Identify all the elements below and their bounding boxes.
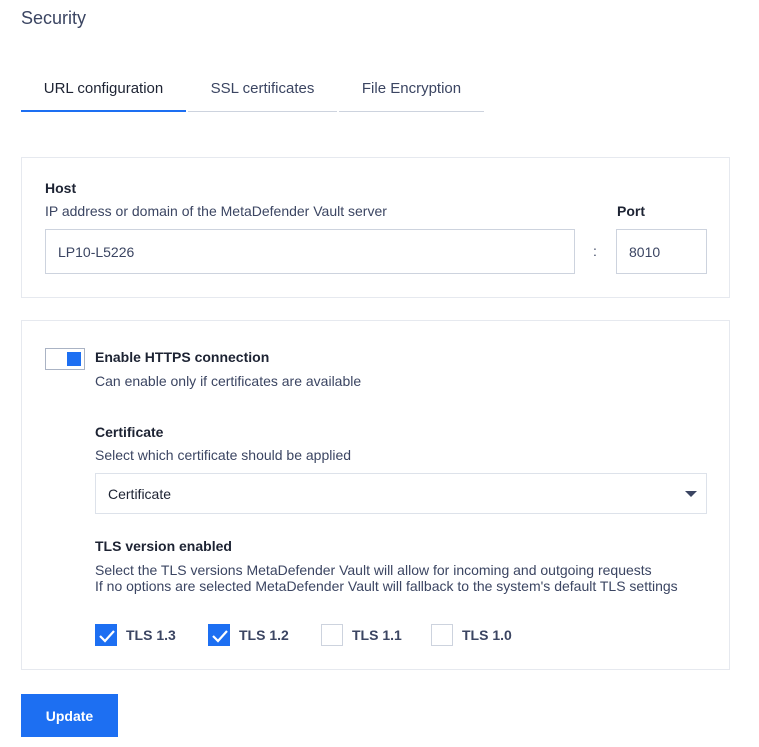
page-title: Security bbox=[21, 8, 87, 28]
host-label: Host bbox=[45, 180, 77, 196]
host-description: IP address or domain of the MetaDefender… bbox=[45, 203, 387, 219]
checkbox bbox=[208, 624, 230, 646]
checkbox bbox=[95, 624, 117, 646]
host-port-separator: : bbox=[593, 243, 597, 259]
certificate-description: Select which certificate should be appli… bbox=[95, 447, 352, 463]
port-label: Port bbox=[617, 203, 645, 219]
tab-label: URL configuration bbox=[43, 79, 164, 97]
tls-1-2-checkbox[interactable]: TLS 1.2 bbox=[208, 624, 289, 646]
certificate-select[interactable]: Certificate bbox=[95, 473, 707, 514]
check-icon bbox=[99, 630, 115, 643]
update-button[interactable]: Update bbox=[21, 694, 118, 737]
tls-1-1-checkbox[interactable]: TLS 1.1 bbox=[321, 624, 402, 646]
tls-option-label: TLS 1.2 bbox=[239, 627, 289, 643]
https-label: Enable HTTPS connection bbox=[95, 349, 270, 365]
checkbox bbox=[321, 624, 343, 646]
tab-file-encryption[interactable]: File Encryption bbox=[339, 66, 484, 112]
tls-description-line1: Select the TLS versions MetaDefender Vau… bbox=[95, 562, 652, 578]
https-description: Can enable only if certificates are avai… bbox=[95, 373, 362, 389]
tls-1-3-checkbox[interactable]: TLS 1.3 bbox=[95, 624, 176, 646]
check-icon bbox=[212, 630, 228, 643]
host-input[interactable] bbox=[45, 229, 575, 274]
tab-label: SSL certificates bbox=[210, 80, 315, 97]
tls-description-line2: If no options are selected MetaDefender … bbox=[95, 578, 678, 594]
port-input[interactable] bbox=[616, 229, 707, 274]
tls-1-0-checkbox[interactable]: TLS 1.0 bbox=[431, 624, 512, 646]
certificate-select-value: Certificate bbox=[108, 485, 172, 502]
tls-label: TLS version enabled bbox=[95, 538, 232, 554]
tab-bar: URL configuration SSL certificates File … bbox=[21, 66, 484, 112]
certificate-label: Certificate bbox=[95, 424, 164, 440]
https-card: Enable HTTPS connection Can enable only … bbox=[21, 320, 730, 670]
tab-label: File Encryption bbox=[361, 80, 462, 97]
https-toggle[interactable] bbox=[45, 348, 85, 370]
tab-url-configuration[interactable]: URL configuration bbox=[21, 66, 186, 112]
tls-option-label: TLS 1.1 bbox=[352, 627, 402, 643]
checkbox bbox=[431, 624, 453, 646]
tab-ssl-certificates[interactable]: SSL certificates bbox=[188, 66, 337, 112]
tls-option-label: TLS 1.0 bbox=[462, 627, 512, 643]
toggle-knob bbox=[67, 352, 81, 366]
host-card: Host IP address or domain of the MetaDef… bbox=[21, 157, 730, 298]
tls-option-label: TLS 1.3 bbox=[126, 627, 176, 643]
tls-description: Select the TLS versions MetaDefender Vau… bbox=[95, 562, 715, 594]
caret-down-icon bbox=[685, 491, 697, 497]
